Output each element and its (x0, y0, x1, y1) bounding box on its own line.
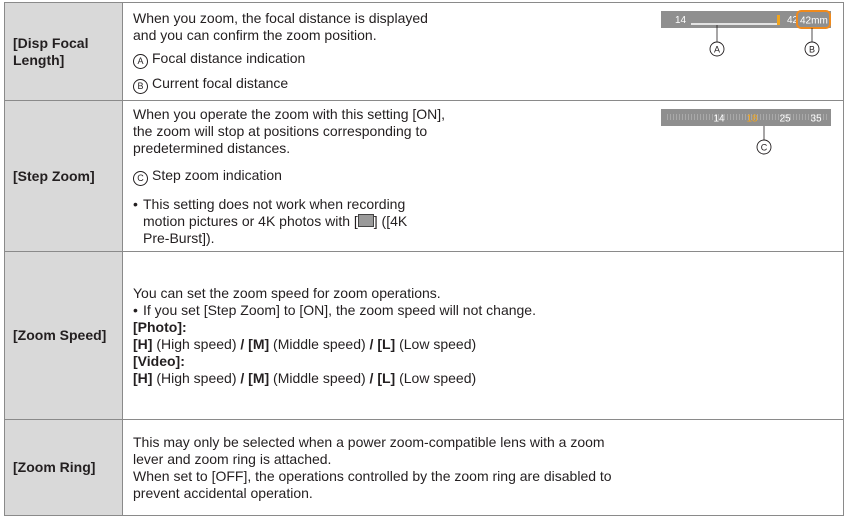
callout-text: Focal distance indication (152, 50, 306, 66)
setting-name: [Disp Focal Length] (4, 2, 123, 101)
callout-item: C Step zoom indication (133, 167, 835, 186)
callout-text: Step zoom indication (152, 167, 282, 183)
settings-table: [Disp Focal Length] When you zoom, the f… (4, 2, 844, 516)
description-line: When you zoom, the focal distance is dis… (133, 10, 428, 26)
setting-name: [Zoom Speed] (4, 251, 123, 420)
description-line: the zoom will stop at positions correspo… (133, 123, 428, 139)
setting-name: [Zoom Ring] (4, 419, 123, 516)
video-label: [Video]: (133, 353, 185, 369)
note-line: This setting does not work when recordin… (143, 196, 406, 212)
step-tick-label: 14 (713, 114, 725, 125)
photo-label: [Photo]: (133, 319, 187, 335)
current-focal-label: 42mm (800, 16, 828, 27)
focal-min-label: 14 (675, 15, 687, 26)
callout-item: B Current focal distance (133, 75, 428, 94)
setting-name: [Step Zoom] (4, 100, 123, 252)
callout-marker-c: C (133, 171, 148, 186)
callout-item: A Focal distance indication (133, 50, 428, 69)
bullet-dot: • (133, 196, 138, 212)
bullet-dot: • (133, 302, 138, 318)
step-tick-label: 35 (810, 114, 822, 125)
note-line: motion pictures or 4K photos with [] ([4… (143, 213, 408, 229)
callout-text: Current focal distance (152, 75, 289, 91)
marker-b-label: B (809, 45, 815, 55)
step-zoom-bar-graphic: 14 18 25 35 C (661, 109, 831, 155)
description-line: You can set the zoom speed for zoom oper… (133, 285, 441, 301)
marker-c-label: C (761, 143, 768, 153)
table-row: [Zoom Ring] This may only be selected wh… (4, 419, 844, 516)
table-row: [Step Zoom] When you operate the zoom wi… (4, 100, 844, 252)
note-line: Pre-Burst]). (143, 230, 215, 246)
speed-options-photo: [H] (High speed) / [M] (Middle speed) / … (133, 336, 477, 352)
note-bullet: • If you set [Step Zoom] to [ON], the zo… (133, 302, 835, 319)
step-tick-label: 25 (779, 114, 791, 125)
focal-length-bar-graphic: 14 42 42mm A B (661, 10, 831, 57)
setting-description: You can set the zoom speed for zoom oper… (122, 251, 844, 420)
speed-options-video: [H] (High speed) / [M] (Middle speed) / … (133, 370, 477, 386)
setting-description: This may only be selected when a power z… (122, 419, 844, 516)
table-row: [Zoom Speed] You can set the zoom speed … (4, 251, 844, 420)
description-line: and you can confirm the zoom position. (133, 27, 377, 43)
setting-description: When you operate the zoom with this sett… (122, 100, 844, 252)
description-line: When set to [OFF], the operations contro… (133, 468, 612, 484)
marker-a-label: A (714, 45, 720, 55)
description-line: When you operate the zoom with this sett… (133, 106, 446, 122)
callout-marker-b: B (133, 79, 148, 94)
description-line: predetermined distances. (133, 140, 291, 156)
4k-pre-burst-icon (357, 214, 374, 227)
description-line: This may only be selected when a power z… (133, 434, 605, 450)
callout-marker-a: A (133, 54, 148, 69)
description-line: prevent accidental operation. (133, 485, 313, 501)
description-line: lever and zoom ring is attached. (133, 451, 332, 467)
step-zoom-figure: 14 18 25 35 C (659, 105, 835, 157)
step-tick-label-current: 18 (746, 114, 758, 125)
focal-length-figure: 14 42 42mm A B (659, 9, 835, 59)
setting-description: When you zoom, the focal distance is dis… (122, 2, 844, 101)
table-row: [Disp Focal Length] When you zoom, the f… (4, 2, 844, 101)
note-line: If you set [Step Zoom] to [ON], the zoom… (143, 302, 536, 318)
note-bullet: • This setting does not work when record… (133, 196, 835, 247)
